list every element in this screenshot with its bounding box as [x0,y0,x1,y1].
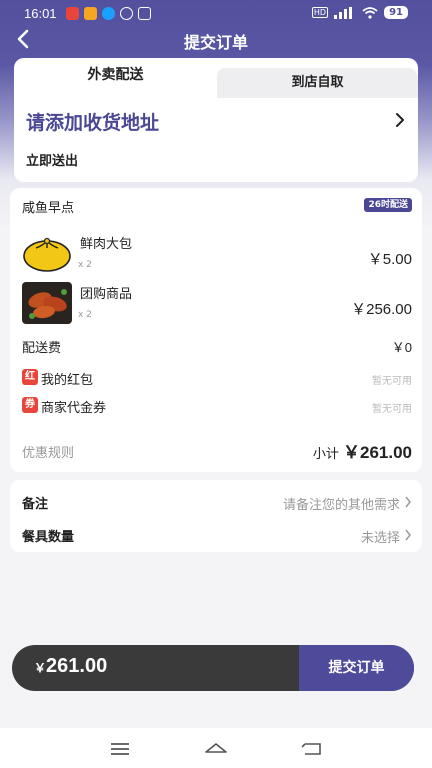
product-image [22,282,72,324]
tab-delivery[interactable]: 外卖配送 [14,58,217,98]
notification-app-icon [84,7,97,20]
chicken-wings-image [22,282,72,324]
back-icon[interactable] [300,740,324,758]
delivery-time: 立即送出 [26,154,79,169]
chevron-right-icon [405,529,411,541]
product-image [22,232,72,274]
wifi-icon [362,6,378,19]
page-title: 提交订单 [183,33,248,52]
status-time: 16:01 [24,6,57,21]
red-packet-label: 我的红包 [41,373,94,388]
delivery-tab-bar: 到店自取 外卖配送 [14,58,418,98]
item-price: ￥5.00 [367,251,412,268]
voucher-icon: 券 [22,397,38,413]
checkout-bar: ￥261.00 提交订单 [12,645,414,691]
red-packet-label-group: 红我的红包 [22,369,93,388]
shop-name: 咸鱼早点 [22,201,75,216]
voucher-row[interactable]: 券商家代金券 暂无可用 [22,396,412,416]
tab-pickup[interactable]: 到店自取 [217,68,418,98]
tableware-row[interactable]: 餐具数量 未选择 [22,524,412,546]
order-item: 团购商品 x 2 ￥256.00 [22,282,412,324]
currency-symbol: ￥ [34,661,47,675]
item-price: ￥256.00 [351,301,412,318]
notification-app-icon [102,7,115,20]
bun-image [22,232,72,274]
total-amount: ￥261.00 [34,655,107,678]
red-packet-row[interactable]: 红我的红包 暂无可用 [22,368,412,388]
subtotal: 小计 ￥261.00 [313,438,412,463]
chevron-right-icon [396,113,404,127]
voucher-status: 暂无可用 [372,404,412,415]
chevron-right-icon [405,496,411,508]
add-address-label: 请添加收货地址 [26,112,160,134]
item-quantity: x 2 [78,260,92,270]
notification-app-icon [66,7,79,20]
remark-label: 备注 [22,497,49,512]
add-address-row[interactable]: 请添加收货地址 [14,104,418,138]
home-icon[interactable] [204,740,228,758]
tableware-label: 餐具数量 [22,530,75,545]
navigation-bar: 提交订单 [0,28,432,52]
red-packet-status: 暂无可用 [372,376,412,387]
voucher-label-group: 券商家代金券 [22,397,106,416]
submit-order-button[interactable]: 提交订单 [299,645,414,691]
voucher-label: 商家代金券 [41,401,107,416]
tableware-value: 未选择 [360,531,400,546]
delivery-fee-label: 配送费 [22,341,62,356]
hd-icon: HD [311,7,329,18]
red-packet-icon: 红 [22,369,38,385]
delivery-fee-row: 配送费 ￥0 [22,336,412,356]
menu-icon[interactable] [108,740,132,758]
order-card: 咸鱼早点 26时配送 鲜肉大包 x 2 ￥5.00 团购商品 x 2 ￥256.… [10,188,422,472]
item-name: 鲜肉大包 [80,237,133,252]
order-item: 鲜肉大包 x 2 ￥5.00 [22,232,412,274]
notification-app-icon [120,7,133,20]
remark-row[interactable]: 备注 请备注您的其他需求 [22,491,412,513]
item-quantity: x 2 [78,310,92,320]
remark-value: 请备注您的其他需求 [282,498,400,513]
delivery-fee-value: ￥0 [391,340,412,355]
status-bar: 16:01 HD 91 [0,0,432,28]
delivery-card: 到店自取 外卖配送 请添加收货地址 立即送出 [14,58,418,182]
subtotal-label: 小计 [312,447,339,462]
discount-rules-link[interactable]: 优惠规则 [22,442,74,461]
subtotal-amount: ￥261.00 [343,443,412,462]
item-name: 团购商品 [80,287,133,302]
notes-card: 备注 请备注您的其他需求 餐具数量 未选择 [10,480,422,552]
notification-app-icon [138,7,151,20]
total-value: 261.00 [46,655,108,677]
system-navigation-bar [0,728,432,768]
delivery-time-badge: 26时配送 [364,198,412,212]
battery-indicator: 91 [384,6,408,19]
signal-icon [334,6,353,19]
